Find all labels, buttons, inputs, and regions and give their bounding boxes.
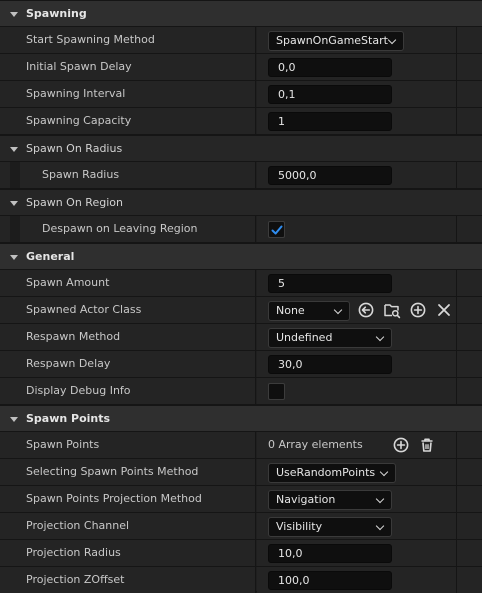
folder-search-icon[interactable] xyxy=(383,301,401,319)
dropdown-value: UseRandomPoints xyxy=(276,466,376,479)
category-spawn-on-radius[interactable]: Spawn On Radius xyxy=(0,135,482,162)
property-label: Display Debug Info xyxy=(26,384,131,397)
property-start-spawning-method: Start Spawning Method SpawnOnGameStart xyxy=(0,27,482,54)
chevron-down-icon xyxy=(333,305,343,315)
dropdown-value: Navigation xyxy=(276,493,336,506)
dropdown-value: Visibility xyxy=(276,520,323,533)
category-spawn-on-region[interactable]: Spawn On Region xyxy=(0,189,482,216)
property-label: Spawn Points xyxy=(26,438,100,451)
property-projection-channel: Projection Channel Visibility xyxy=(0,513,482,540)
despawn-on-leaving-region-checkbox[interactable] xyxy=(268,221,285,238)
spawn-amount-field[interactable]: 5 xyxy=(268,274,392,293)
plus-circle-icon[interactable] xyxy=(392,436,410,454)
details-panel: Spawning Start Spawning Method SpawnOnGa… xyxy=(0,0,482,593)
spawn-radius-field[interactable]: 5000,0 xyxy=(268,166,392,185)
property-label: Projection Radius xyxy=(26,546,121,559)
property-spawn-amount: Spawn Amount 5 xyxy=(0,270,482,297)
property-display-debug-info: Display Debug Info xyxy=(0,378,482,405)
property-spawned-actor-class: Spawned Actor Class None xyxy=(0,297,482,324)
respawn-delay-field[interactable]: 30,0 xyxy=(268,355,392,374)
category-label: Spawn On Radius xyxy=(26,142,123,155)
arrow-left-circle-icon[interactable] xyxy=(357,301,375,319)
property-label: Start Spawning Method xyxy=(26,33,155,46)
plus-circle-icon[interactable] xyxy=(409,301,427,319)
spawning-interval-field[interactable]: 0,1 xyxy=(268,85,392,104)
property-despawn-on-leaving-region: Despawn on Leaving Region xyxy=(0,216,482,243)
category-label: Spawn Points xyxy=(26,412,111,425)
property-label: Spawned Actor Class xyxy=(26,303,142,316)
respawn-method-dropdown[interactable]: Undefined xyxy=(268,328,392,348)
spawn-points-projection-method-dropdown[interactable]: Navigation xyxy=(268,490,392,510)
property-spawn-points-projection-method: Spawn Points Projection Method Navigatio… xyxy=(0,486,482,513)
chevron-down-icon xyxy=(387,35,397,45)
property-selecting-spawn-points-method: Selecting Spawn Points Method UseRandomP… xyxy=(0,459,482,486)
property-spawning-capacity: Spawning Capacity 1 xyxy=(0,108,482,135)
property-label: Selecting Spawn Points Method xyxy=(26,465,199,478)
property-spawn-points: Spawn Points 0 Array elements xyxy=(0,432,482,459)
projection-zoffset-field[interactable]: 100,0 xyxy=(268,571,392,590)
projection-channel-dropdown[interactable]: Visibility xyxy=(268,517,392,537)
dropdown-value: Undefined xyxy=(276,331,333,344)
property-projection-radius: Projection Radius 10,0 xyxy=(0,540,482,567)
property-label: Spawn Points Projection Method xyxy=(26,492,202,505)
property-label: Spawn Radius xyxy=(42,168,120,181)
property-label: Respawn Delay xyxy=(26,357,111,370)
property-label: Projection Channel xyxy=(26,519,130,532)
property-label: Despawn on Leaving Region xyxy=(42,222,198,235)
chevron-down-icon xyxy=(379,467,389,477)
property-spawn-radius: Spawn Radius 5000,0 xyxy=(0,162,482,189)
checkmark-icon xyxy=(271,225,283,235)
chevron-down-icon xyxy=(375,332,385,342)
property-spawning-interval: Spawning Interval 0,1 xyxy=(0,81,482,108)
property-respawn-delay: Respawn Delay 30,0 xyxy=(0,351,482,378)
collapse-arrow-icon[interactable] xyxy=(10,12,18,17)
chevron-down-icon xyxy=(375,521,385,531)
close-icon[interactable] xyxy=(435,301,453,319)
property-label: Projection ZOffset xyxy=(26,573,125,586)
property-label: Spawn Amount xyxy=(26,276,110,289)
category-label: Spawn On Region xyxy=(26,196,123,209)
property-label: Spawning Capacity xyxy=(26,114,132,127)
chevron-down-icon xyxy=(375,494,385,504)
property-label: Respawn Method xyxy=(26,330,121,343)
spawned-actor-class-dropdown[interactable]: None xyxy=(268,301,350,321)
trash-icon[interactable] xyxy=(418,436,436,454)
property-label: Initial Spawn Delay xyxy=(26,60,132,73)
projection-radius-field[interactable]: 10,0 xyxy=(268,544,392,563)
dropdown-value: SpawnOnGameStart xyxy=(276,34,388,47)
spawning-capacity-field[interactable]: 1 xyxy=(268,112,392,131)
category-general[interactable]: General xyxy=(0,243,482,270)
collapse-arrow-icon[interactable] xyxy=(10,147,18,152)
category-spawn-points[interactable]: Spawn Points xyxy=(0,405,482,432)
array-count: 0 Array elements xyxy=(268,438,363,451)
property-respawn-method: Respawn Method Undefined xyxy=(0,324,482,351)
display-debug-info-checkbox[interactable] xyxy=(268,383,285,400)
category-label: Spawning xyxy=(26,7,87,20)
collapse-arrow-icon[interactable] xyxy=(10,417,18,422)
category-label: General xyxy=(26,250,75,263)
property-projection-zoffset: Projection ZOffset 100,0 xyxy=(0,567,482,593)
selecting-spawn-points-method-dropdown[interactable]: UseRandomPoints xyxy=(268,463,396,483)
dropdown-value: None xyxy=(276,304,305,317)
property-initial-spawn-delay: Initial Spawn Delay 0,0 xyxy=(0,54,482,81)
collapse-arrow-icon[interactable] xyxy=(10,255,18,260)
property-label: Spawning Interval xyxy=(26,87,126,100)
category-spawning[interactable]: Spawning xyxy=(0,0,482,27)
start-spawning-method-dropdown[interactable]: SpawnOnGameStart xyxy=(268,31,404,51)
collapse-arrow-icon[interactable] xyxy=(10,201,18,206)
initial-spawn-delay-field[interactable]: 0,0 xyxy=(268,58,392,77)
